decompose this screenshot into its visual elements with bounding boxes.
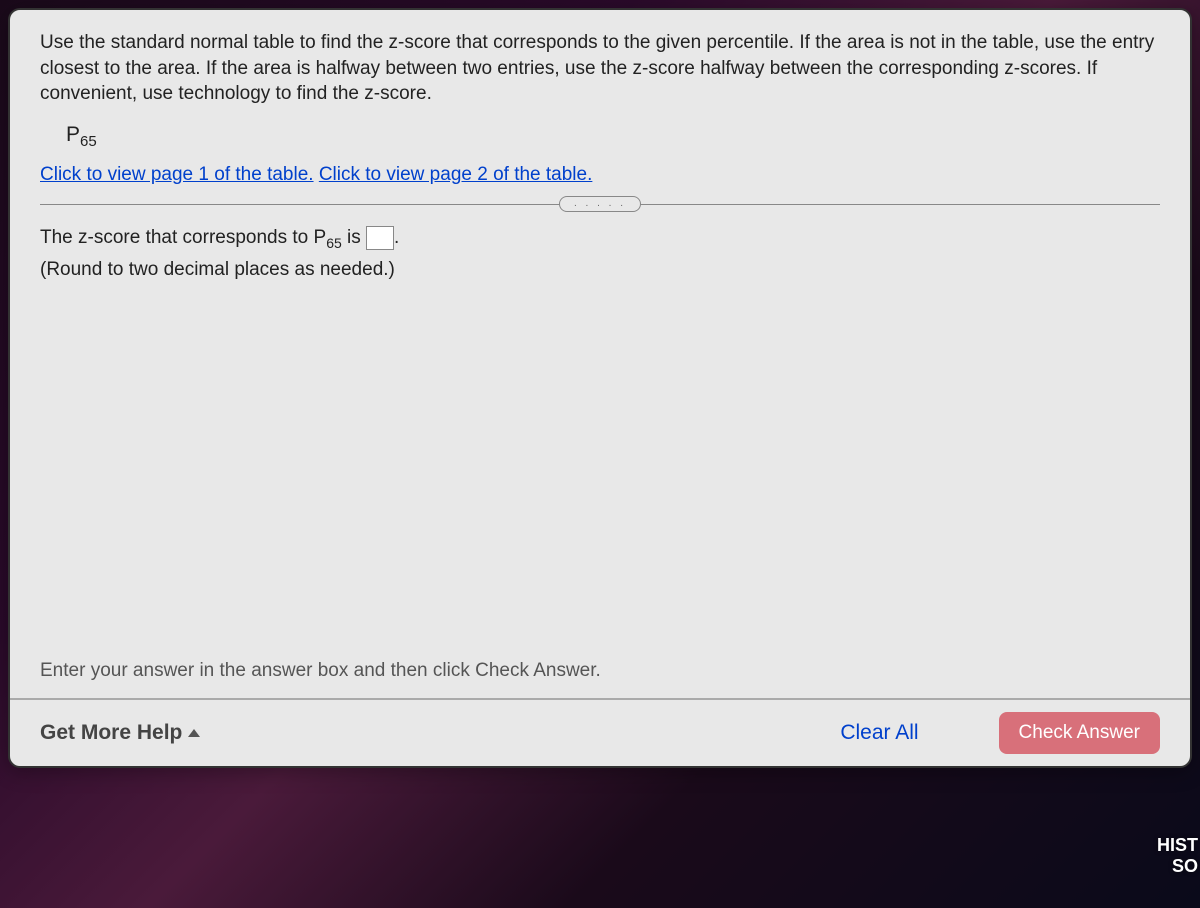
table-page-1-link[interactable]: Click to view page 1 of the table. [40,164,314,185]
answer-prompt: The z-score that corresponds to P65 is . [40,226,1160,251]
corner-line-1: HIST [1157,835,1198,857]
rounding-note: (Round to two decimal places as needed.) [40,259,1160,281]
background-corner-text: HIST SO [1157,835,1200,878]
table-links: Click to view page 1 of the table. Click… [40,164,1160,186]
percentile-prefix: P [66,123,80,146]
enter-hint: Enter your answer in the answer box and … [40,660,601,682]
get-more-help-label: Get More Help [40,721,182,745]
button-row: Get More Help Clear All Check Answer [10,700,1190,766]
answer-subscript: 65 [326,235,342,251]
chevron-up-icon [188,729,200,737]
clear-all-button[interactable]: Clear All [840,721,918,745]
check-answer-button[interactable]: Check Answer [999,712,1160,754]
section-divider: . . . . . [40,196,1160,212]
answer-after-input: . [394,227,399,248]
answer-after-sub: is [342,227,366,248]
question-panel: Use the standard normal table to find th… [8,8,1192,768]
corner-line-2: SO [1157,856,1198,878]
percentile-subscript: 65 [80,133,97,150]
instructions-text: Use the standard normal table to find th… [40,30,1160,107]
table-page-2-link[interactable]: Click to view page 2 of the table. [319,164,593,185]
answer-input[interactable] [366,226,394,250]
answer-before: The z-score that corresponds to P [40,227,326,248]
percentile-label: P65 [66,123,1160,150]
collapse-toggle[interactable]: . . . . . [559,196,641,212]
get-more-help-button[interactable]: Get More Help [40,721,200,745]
